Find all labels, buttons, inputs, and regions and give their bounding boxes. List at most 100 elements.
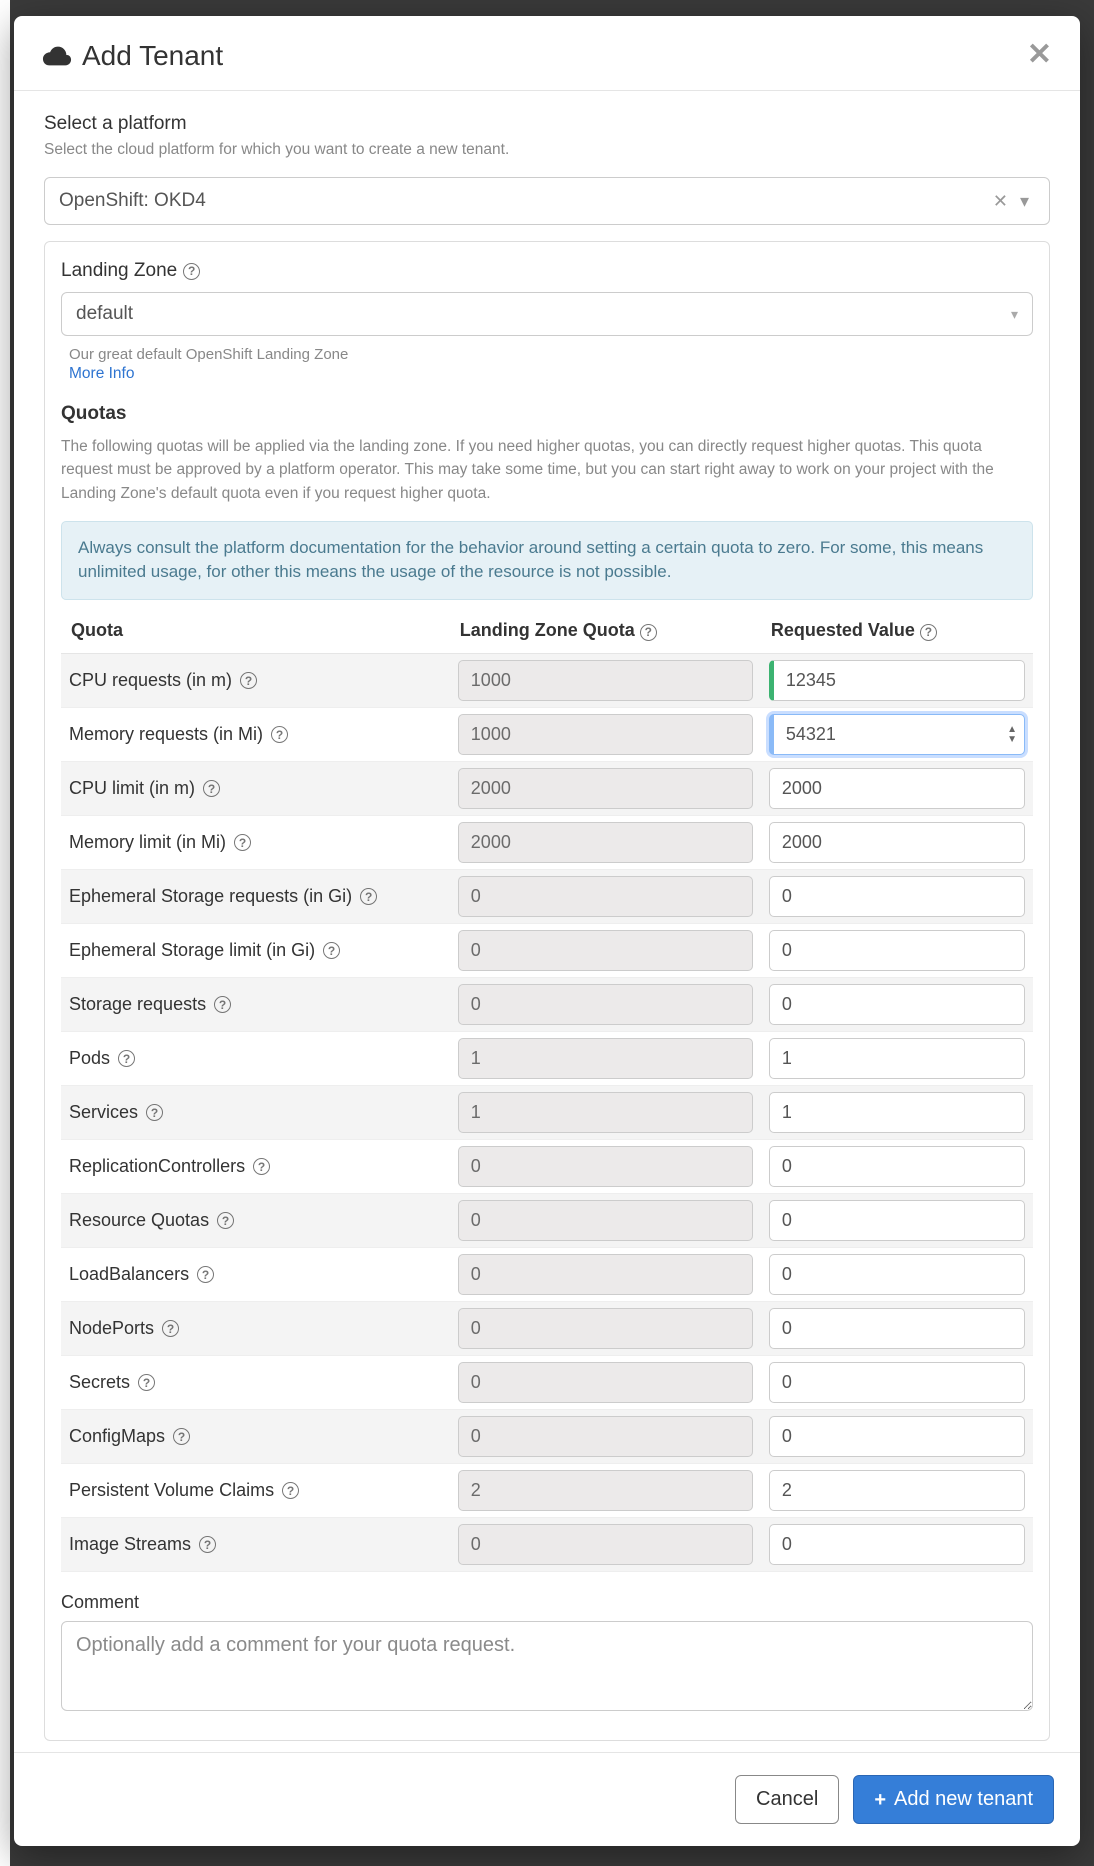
landing-zone-description: Our great default OpenShift Landing Zone — [69, 346, 1025, 363]
quota-label: Ephemeral Storage requests (in Gi)? — [69, 886, 442, 907]
quota-label: Resource Quotas? — [69, 1210, 442, 1231]
table-row: Services? — [61, 1086, 1033, 1140]
col-header-landing-zone-quota: Landing Zone Quota ? — [450, 608, 761, 654]
requested-value-input[interactable] — [769, 1254, 1025, 1295]
close-icon[interactable]: ✕ — [1027, 40, 1052, 70]
quotas-title: Quotas — [61, 403, 1033, 425]
requested-value-input[interactable] — [769, 1146, 1025, 1187]
help-icon[interactable]: ? — [271, 726, 288, 743]
landing-zone-quota-input — [458, 1362, 753, 1403]
landing-zone-quota-input — [458, 1146, 753, 1187]
table-row: Resource Quotas? — [61, 1194, 1033, 1248]
quota-label: CPU limit (in m)? — [69, 778, 442, 799]
platform-select[interactable]: OpenShift: OKD4 ✕ ▾ — [44, 177, 1050, 225]
quota-label: Memory requests (in Mi)? — [69, 724, 442, 745]
modal-footer: Cancel + Add new tenant — [14, 1752, 1080, 1846]
help-icon[interactable]: ? — [118, 1050, 135, 1067]
landing-zone-quota-input — [458, 822, 753, 863]
landing-zone-quota-input — [458, 984, 753, 1025]
chevron-down-icon[interactable]: ▾ — [1014, 191, 1035, 212]
requested-value-input[interactable] — [769, 984, 1025, 1025]
landing-zone-quota-input — [458, 1092, 753, 1133]
quota-label-text: Secrets — [69, 1372, 130, 1393]
landing-zone-panel: Landing Zone ? default ▾ Our great defau… — [44, 241, 1050, 1741]
landing-zone-more-info-link[interactable]: More Info — [69, 365, 1025, 383]
quota-label-text: Services — [69, 1102, 138, 1123]
quota-label: Services? — [69, 1102, 442, 1123]
help-icon[interactable]: ? — [920, 624, 937, 641]
help-icon[interactable]: ? — [162, 1320, 179, 1337]
help-icon[interactable]: ? — [323, 942, 340, 959]
quota-label-text: Ephemeral Storage requests (in Gi) — [69, 886, 352, 907]
quota-label-text: Resource Quotas — [69, 1210, 209, 1231]
requested-value-input[interactable] — [769, 822, 1025, 863]
quota-label-text: Pods — [69, 1048, 110, 1069]
quota-label: LoadBalancers? — [69, 1264, 442, 1285]
help-icon[interactable]: ? — [173, 1428, 190, 1445]
help-icon[interactable]: ? — [183, 263, 200, 280]
help-icon[interactable]: ? — [217, 1212, 234, 1229]
requested-value-input[interactable] — [769, 930, 1025, 971]
landing-zone-select[interactable]: default ▾ — [61, 292, 1033, 336]
requested-value-input[interactable] — [769, 1092, 1025, 1133]
cancel-button[interactable]: Cancel — [735, 1775, 839, 1824]
requested-value-input[interactable] — [769, 876, 1025, 917]
help-icon[interactable]: ? — [240, 672, 257, 689]
table-row: CPU requests (in m)? — [61, 654, 1033, 708]
landing-zone-quota-input — [458, 1524, 753, 1565]
platform-section-help: Select the cloud platform for which you … — [44, 141, 1050, 159]
landing-zone-quota-input — [458, 1200, 753, 1241]
help-icon[interactable]: ? — [197, 1266, 214, 1283]
landing-zone-quota-input — [458, 768, 753, 809]
col-header-req-text: Requested Value — [771, 620, 915, 640]
requested-value-input[interactable] — [769, 1362, 1025, 1403]
help-icon[interactable]: ? — [360, 888, 377, 905]
requested-value-input[interactable] — [769, 1308, 1025, 1349]
help-icon[interactable]: ? — [282, 1482, 299, 1499]
help-icon[interactable]: ? — [214, 996, 231, 1013]
requested-value-input[interactable] — [769, 768, 1025, 809]
number-stepper-icon[interactable]: ▲▼ — [1007, 725, 1017, 745]
help-icon[interactable]: ? — [146, 1104, 163, 1121]
clear-icon[interactable]: ✕ — [987, 191, 1014, 212]
help-icon[interactable]: ? — [253, 1158, 270, 1175]
quota-table: Quota Landing Zone Quota ? Requested Val… — [61, 608, 1033, 1572]
landing-zone-quota-input — [458, 1038, 753, 1079]
help-icon[interactable]: ? — [234, 834, 251, 851]
table-row: Secrets? — [61, 1356, 1033, 1410]
requested-value-input[interactable] — [769, 660, 1025, 701]
comment-textarea[interactable] — [61, 1621, 1033, 1711]
quota-label: Memory limit (in Mi)? — [69, 832, 442, 853]
add-tenant-button[interactable]: + Add new tenant — [853, 1775, 1054, 1824]
quota-label-text: ReplicationControllers — [69, 1156, 245, 1177]
table-row: Memory limit (in Mi)? — [61, 816, 1033, 870]
modal-body: Select a platform Select the cloud platf… — [14, 91, 1080, 1752]
landing-zone-quota-input — [458, 660, 753, 701]
requested-value-input[interactable] — [769, 1416, 1025, 1457]
help-icon[interactable]: ? — [199, 1536, 216, 1553]
table-row: Ephemeral Storage limit (in Gi)? — [61, 924, 1033, 978]
landing-zone-quota-input — [458, 930, 753, 971]
landing-zone-quota-input — [458, 1416, 753, 1457]
help-icon[interactable]: ? — [640, 624, 657, 641]
quota-label-text: Image Streams — [69, 1534, 191, 1555]
landing-zone-quota-input — [458, 876, 753, 917]
requested-value-input[interactable] — [769, 1200, 1025, 1241]
landing-zone-quota-input — [458, 714, 753, 755]
comment-label: Comment — [61, 1592, 1033, 1613]
quota-label: Pods? — [69, 1048, 442, 1069]
quota-label-text: CPU requests (in m) — [69, 670, 232, 691]
requested-value-input[interactable] — [769, 714, 1025, 755]
platform-select-value: OpenShift: OKD4 — [59, 190, 987, 212]
requested-value-input[interactable] — [769, 1470, 1025, 1511]
requested-value-input[interactable] — [769, 1524, 1025, 1565]
help-icon[interactable]: ? — [138, 1374, 155, 1391]
landing-zone-quota-input — [458, 1308, 753, 1349]
requested-value-input[interactable] — [769, 1038, 1025, 1079]
landing-zone-quota-input — [458, 1254, 753, 1295]
cloud-icon — [42, 45, 72, 67]
table-row: Storage requests? — [61, 978, 1033, 1032]
quota-label: Ephemeral Storage limit (in Gi)? — [69, 940, 442, 961]
quota-label-text: CPU limit (in m) — [69, 778, 195, 799]
help-icon[interactable]: ? — [203, 780, 220, 797]
